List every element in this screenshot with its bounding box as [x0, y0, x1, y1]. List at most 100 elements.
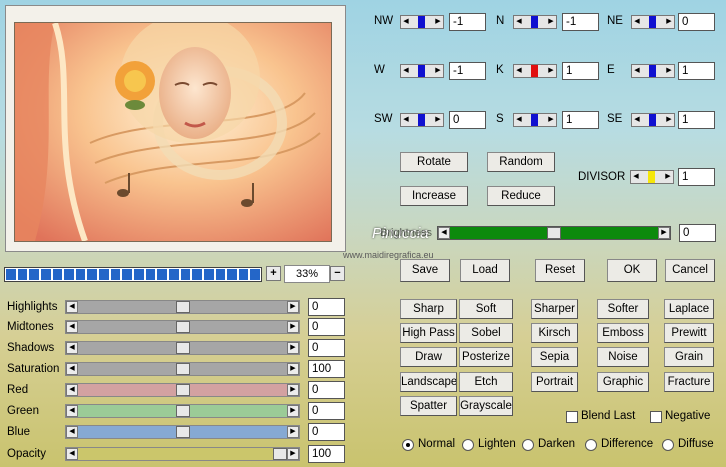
blue-right-arrow-icon[interactable]: ▶: [287, 426, 299, 438]
cancel-button[interactable]: Cancel: [665, 259, 715, 282]
brightness-left-arrow-icon[interactable]: ◀: [438, 227, 450, 239]
kernel-w-field[interactable]: -1: [449, 62, 486, 80]
kernel-ne-field[interactable]: 0: [678, 13, 715, 31]
saturation-right-arrow-icon[interactable]: ▶: [287, 363, 299, 375]
kernel-s-left-arrow-icon[interactable]: ◀: [514, 114, 524, 126]
preset-noise-button[interactable]: Noise: [597, 347, 649, 367]
preset-graphic-button[interactable]: Graphic: [597, 372, 649, 392]
kernel-w-slider[interactable]: ◀ ▶: [400, 64, 444, 78]
shadows-left-arrow-icon[interactable]: ◀: [66, 342, 78, 354]
kernel-nw-right-arrow-icon[interactable]: ▶: [433, 16, 443, 28]
kernel-s-field[interactable]: 1: [562, 111, 599, 129]
highlights-left-arrow-icon[interactable]: ◀: [66, 301, 78, 313]
reset-button[interactable]: Reset: [535, 259, 585, 282]
ok-button[interactable]: OK: [607, 259, 657, 282]
red-field[interactable]: 0: [308, 381, 345, 399]
saturation-field[interactable]: 100: [308, 360, 345, 378]
blue-left-arrow-icon[interactable]: ◀: [66, 426, 78, 438]
kernel-n-indicator[interactable]: [531, 16, 538, 28]
green-right-arrow-icon[interactable]: ▶: [287, 405, 299, 417]
kernel-sw-indicator[interactable]: [418, 114, 425, 126]
preset-emboss-button[interactable]: Emboss: [597, 323, 649, 343]
save-button[interactable]: Save: [400, 259, 450, 282]
opacity-right-arrow-icon[interactable]: ▶: [287, 448, 299, 460]
rotate-button[interactable]: Rotate: [400, 152, 468, 172]
green-field[interactable]: 0: [308, 402, 345, 420]
kernel-s-slider[interactable]: ◀ ▶: [513, 113, 557, 127]
preset-posterize-button[interactable]: Posterize: [459, 347, 513, 367]
shadows-slider[interactable]: ◀ ▶: [65, 341, 300, 355]
shadows-field[interactable]: 0: [308, 339, 345, 357]
green-left-arrow-icon[interactable]: ◀: [66, 405, 78, 417]
preset-sobel-button[interactable]: Sobel: [459, 323, 513, 343]
zoom-out-button[interactable]: −: [330, 266, 345, 281]
blend-last-checkbox[interactable]: [566, 411, 578, 423]
kernel-sw-slider[interactable]: ◀ ▶: [400, 113, 444, 127]
highlights-thumb[interactable]: [176, 301, 190, 313]
divisor-field[interactable]: 1: [678, 168, 715, 186]
kernel-sw-left-arrow-icon[interactable]: ◀: [401, 114, 411, 126]
kernel-se-field[interactable]: 1: [678, 111, 715, 129]
kernel-sw-right-arrow-icon[interactable]: ▶: [433, 114, 443, 126]
load-button[interactable]: Load: [460, 259, 510, 282]
green-slider[interactable]: ◀ ▶: [65, 404, 300, 418]
red-thumb[interactable]: [176, 384, 190, 396]
random-button[interactable]: Random: [487, 152, 555, 172]
red-slider[interactable]: ◀ ▶: [65, 383, 300, 397]
kernel-ne-left-arrow-icon[interactable]: ◀: [632, 16, 642, 28]
preset-landscape-button[interactable]: Landscape: [400, 372, 457, 392]
saturation-slider[interactable]: ◀ ▶: [65, 362, 300, 376]
divisor-right-arrow-icon[interactable]: ▶: [663, 171, 673, 183]
divisor-indicator[interactable]: [648, 171, 655, 183]
kernel-e-indicator[interactable]: [649, 65, 656, 77]
saturation-thumb[interactable]: [176, 363, 190, 375]
preset-laplace-button[interactable]: Laplace: [664, 299, 714, 319]
mode-diffuse-radio[interactable]: [662, 439, 674, 451]
highlights-slider[interactable]: ◀ ▶: [65, 300, 300, 314]
kernel-e-left-arrow-icon[interactable]: ◀: [632, 65, 642, 77]
opacity-slider[interactable]: ◀ ▶: [65, 447, 300, 461]
kernel-n-left-arrow-icon[interactable]: ◀: [514, 16, 524, 28]
kernel-nw-slider[interactable]: ◀ ▶: [400, 15, 444, 29]
midtones-left-arrow-icon[interactable]: ◀: [66, 321, 78, 333]
shadows-right-arrow-icon[interactable]: ▶: [287, 342, 299, 354]
highlights-right-arrow-icon[interactable]: ▶: [287, 301, 299, 313]
preset-grain-button[interactable]: Grain: [664, 347, 714, 367]
blue-slider[interactable]: ◀ ▶: [65, 425, 300, 439]
shadows-thumb[interactable]: [176, 342, 190, 354]
kernel-n-right-arrow-icon[interactable]: ▶: [546, 16, 556, 28]
preset-etch-button[interactable]: Etch: [459, 372, 513, 392]
reduce-button[interactable]: Reduce: [487, 186, 555, 206]
midtones-thumb[interactable]: [176, 321, 190, 333]
preset-high-pass-button[interactable]: High Pass: [400, 323, 457, 343]
kernel-w-left-arrow-icon[interactable]: ◀: [401, 65, 411, 77]
preset-spatter-button[interactable]: Spatter: [400, 396, 457, 416]
blue-thumb[interactable]: [176, 426, 190, 438]
kernel-k-slider[interactable]: ◀ ▶: [513, 64, 557, 78]
kernel-se-indicator[interactable]: [649, 114, 656, 126]
mode-lighten-radio[interactable]: [462, 439, 474, 451]
saturation-left-arrow-icon[interactable]: ◀: [66, 363, 78, 375]
kernel-k-indicator[interactable]: [531, 65, 538, 77]
divisor-left-arrow-icon[interactable]: ◀: [631, 171, 641, 183]
opacity-left-arrow-icon[interactable]: ◀: [66, 448, 78, 460]
kernel-ne-indicator[interactable]: [649, 16, 656, 28]
brightness-slider[interactable]: ◀ ▶: [437, 226, 671, 240]
kernel-se-left-arrow-icon[interactable]: ◀: [632, 114, 642, 126]
kernel-ne-slider[interactable]: ◀ ▶: [631, 15, 675, 29]
brightness-right-arrow-icon[interactable]: ▶: [658, 227, 670, 239]
kernel-e-field[interactable]: 1: [678, 62, 715, 80]
kernel-e-right-arrow-icon[interactable]: ▶: [664, 65, 674, 77]
midtones-right-arrow-icon[interactable]: ▶: [287, 321, 299, 333]
kernel-e-slider[interactable]: ◀ ▶: [631, 64, 675, 78]
increase-button[interactable]: Increase: [400, 186, 468, 206]
divisor-slider[interactable]: ◀ ▶: [630, 170, 674, 184]
blue-field[interactable]: 0: [308, 423, 345, 441]
kernel-k-field[interactable]: 1: [562, 62, 599, 80]
preset-soft-button[interactable]: Soft: [459, 299, 513, 319]
preset-sharper-button[interactable]: Sharper: [531, 299, 578, 319]
kernel-ne-right-arrow-icon[interactable]: ▶: [664, 16, 674, 28]
kernel-nw-indicator[interactable]: [418, 16, 425, 28]
kernel-se-right-arrow-icon[interactable]: ▶: [664, 114, 674, 126]
kernel-s-right-arrow-icon[interactable]: ▶: [546, 114, 556, 126]
